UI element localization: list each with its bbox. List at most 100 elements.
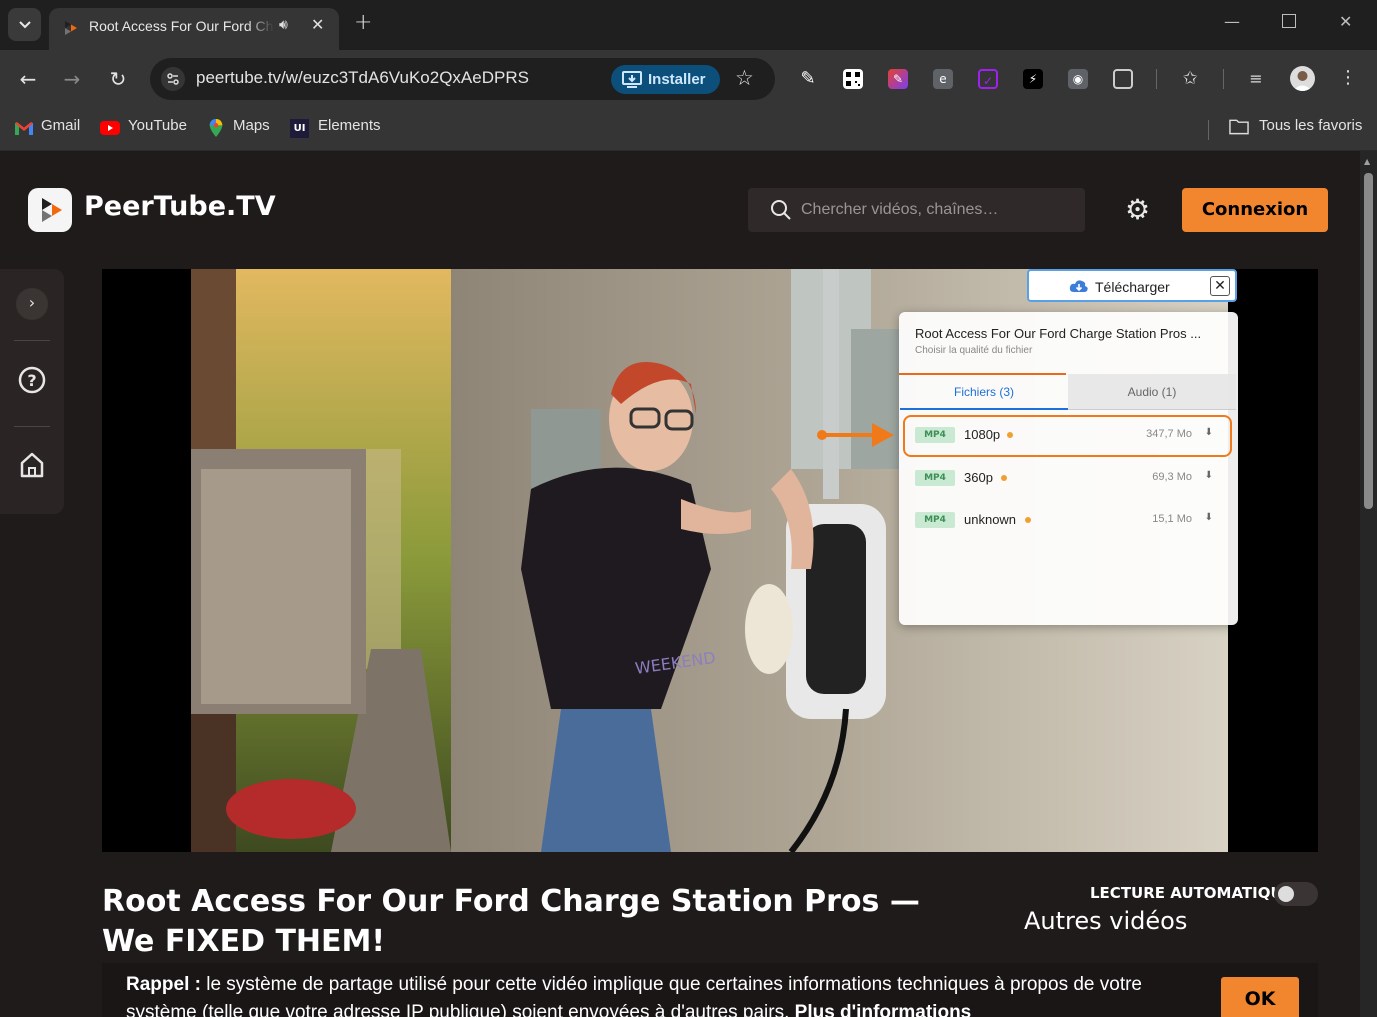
maximize-icon[interactable] xyxy=(1282,14,1296,28)
reader-extension-icon[interactable]: e xyxy=(933,69,953,89)
url-text[interactable]: peertube.tv/w/euzc3TdA6VuKo2QxAeDPRS xyxy=(196,68,529,88)
extensions-puzzle-icon[interactable] xyxy=(1113,69,1133,89)
browser-tab[interactable]: Root Access For Our Ford Charge Station … xyxy=(49,8,339,50)
peertube-favicon-icon xyxy=(65,21,77,35)
youtube-icon xyxy=(100,121,120,135)
notice-body: le système de partage utilisé pour cette… xyxy=(126,974,1142,1017)
cloud-download-icon xyxy=(1069,280,1088,292)
scroll-up-icon[interactable]: ▲ xyxy=(1364,157,1370,166)
new-tab-icon[interactable]: + xyxy=(354,10,372,35)
more-info-link[interactable]: Plus d'informations xyxy=(795,1002,972,1017)
install-label: Installer xyxy=(648,71,706,88)
page-scrollbar[interactable]: ▲ xyxy=(1360,151,1377,1017)
maps-pin-icon xyxy=(209,119,223,137)
download-label: Télécharger xyxy=(1095,279,1170,295)
peertube-page: PeerTube.TV Chercher vidéos, chaînes… ⚙ … xyxy=(0,151,1360,1017)
file-row-360p[interactable]: MP4 360p 69,3 Mo ⬇ xyxy=(904,459,1232,497)
search-input[interactable]: Chercher vidéos, chaînes… xyxy=(748,188,1085,232)
home-icon[interactable] xyxy=(16,451,48,483)
file-row-unknown[interactable]: MP4 unknown 15,1 Mo ⬇ xyxy=(904,501,1232,539)
file-size: 15,1 Mo xyxy=(1152,513,1192,525)
bookmark-maps[interactable]: Maps xyxy=(233,117,270,134)
login-button[interactable]: Connexion xyxy=(1182,188,1328,232)
close-icon[interactable]: ✕ xyxy=(1210,276,1230,296)
gmail-icon xyxy=(15,122,33,135)
download-toggle-button[interactable]: Télécharger ✕ xyxy=(1027,269,1237,302)
minimize-icon[interactable]: — xyxy=(1224,12,1240,31)
toolbar-divider xyxy=(1156,69,1157,89)
toggle-knob xyxy=(1278,886,1294,902)
install-icon xyxy=(622,71,642,88)
bookmark-star-icon[interactable]: ☆ xyxy=(735,66,754,90)
tab-files[interactable]: Fichiers (3) xyxy=(900,374,1068,410)
screenshot-extension-icon[interactable]: ◉ xyxy=(1068,69,1088,89)
scroll-thumb[interactable] xyxy=(1364,173,1373,509)
download-video-title: Root Access For Our Ford Charge Station … xyxy=(915,326,1202,341)
media-control-icon[interactable]: ≡ xyxy=(1246,69,1266,89)
profile-avatar[interactable] xyxy=(1290,66,1315,91)
download-arrow-icon[interactable]: ⬇ xyxy=(1205,512,1213,523)
eyedropper-extension-icon[interactable]: ✎ xyxy=(798,69,818,89)
status-dot xyxy=(1001,475,1007,481)
ok-button[interactable]: OK xyxy=(1221,977,1299,1017)
site-settings-icon[interactable] xyxy=(161,67,185,91)
search-placeholder: Chercher vidéos, chaînes… xyxy=(801,201,999,218)
highlight-1080p-outline xyxy=(903,415,1232,457)
bookmarks-divider xyxy=(1208,120,1209,140)
window-close-icon[interactable]: ✕ xyxy=(1339,12,1352,31)
pointer-arrow-icon xyxy=(817,423,894,447)
site-brand[interactable]: PeerTube.TV xyxy=(84,191,276,222)
autoplay-label: LECTURE AUTOMATIQUE xyxy=(1090,884,1293,902)
video-title: Root Access For Our Ford Charge Station … xyxy=(102,884,920,959)
chrome-menu-icon[interactable]: ⋮ xyxy=(1336,67,1360,88)
back-icon[interactable]: ← xyxy=(16,67,40,91)
quality-label: unknown xyxy=(964,512,1017,527)
help-icon[interactable]: ? xyxy=(16,365,48,397)
tab-title: Root Access For Our Ford Charge Station … xyxy=(89,18,274,34)
search-icon xyxy=(771,200,791,220)
all-bookmarks[interactable]: Tous les favoris xyxy=(1259,117,1362,134)
address-bar[interactable]: peertube.tv/w/euzc3TdA6VuKo2QxAeDPRS Ins… xyxy=(150,58,775,100)
peertube-logo-icon xyxy=(42,198,62,222)
tab-list-button[interactable] xyxy=(8,8,41,41)
qr-code-extension-icon[interactable] xyxy=(843,69,863,89)
install-app-button[interactable]: Installer xyxy=(611,65,720,94)
tab-close-icon[interactable]: ✕ xyxy=(311,15,324,34)
notice-text: Rappel : le système de partage utilisé p… xyxy=(126,971,1206,1017)
notice-bold: Rappel : xyxy=(126,974,201,995)
favorites-icon[interactable]: ✩ xyxy=(1180,69,1200,89)
forward-icon[interactable]: → xyxy=(60,67,84,91)
tab-audio[interactable]: Audio (1) xyxy=(1068,374,1236,410)
left-sidebar: › ? xyxy=(0,269,64,514)
bookmark-youtube[interactable]: YouTube xyxy=(128,117,187,134)
download-panel: Root Access For Our Ford Charge Station … xyxy=(899,312,1238,625)
chevron-down-icon xyxy=(18,20,31,28)
status-dot xyxy=(1025,517,1031,523)
browser-tabbar: Root Access For Our Ford Charge Station … xyxy=(0,0,1377,50)
other-videos-heading: Autres vidéos xyxy=(1024,907,1188,935)
svg-text:?: ? xyxy=(27,371,36,390)
sidebar-divider xyxy=(14,340,50,341)
elements-icon: UI xyxy=(290,119,309,138)
gear-icon[interactable]: ⚙ xyxy=(1125,193,1150,226)
folder-icon xyxy=(1229,119,1249,135)
peertube-logo[interactable] xyxy=(28,188,72,232)
browser-toolbar: ← → ↻ peertube.tv/w/euzc3TdA6VuKo2QxAeDP… xyxy=(0,50,1377,108)
format-badge: MP4 xyxy=(915,470,955,486)
lightning-extension-icon[interactable]: ⚡ xyxy=(1023,69,1043,89)
active-tab-indicator xyxy=(899,373,1066,375)
color-picker-extension-icon[interactable]: ✎ xyxy=(888,69,908,89)
download-arrow-icon[interactable]: ⬇ xyxy=(1205,470,1213,481)
toolbar-divider xyxy=(1223,69,1224,89)
download-subtitle: Choisir la qualité du fichier xyxy=(915,345,1033,356)
autoplay-toggle[interactable] xyxy=(1274,882,1318,906)
bookmarks-bar: Gmail YouTube Maps UI Elements Tous les … xyxy=(0,108,1377,151)
bookmark-elements[interactable]: Elements xyxy=(318,117,381,134)
expand-menu-icon[interactable]: › xyxy=(16,288,48,320)
bookmark-gmail[interactable]: Gmail xyxy=(41,117,80,134)
p2p-notice: Rappel : le système de partage utilisé p… xyxy=(102,963,1318,1017)
speaker-icon[interactable]: 🔊︎ xyxy=(279,17,288,33)
format-badge: MP4 xyxy=(915,512,955,528)
task-extension-icon[interactable]: ✓ xyxy=(978,69,998,89)
reload-icon[interactable]: ↻ xyxy=(106,67,130,91)
